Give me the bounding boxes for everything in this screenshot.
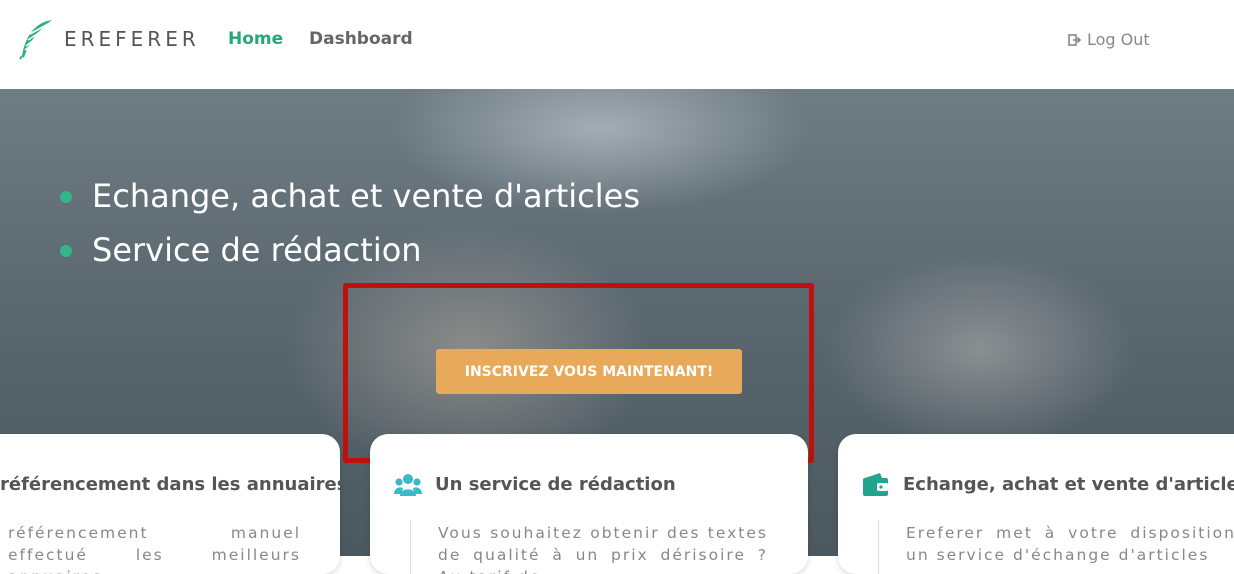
card-text: Ereferer met à votre disposition un serv… bbox=[906, 524, 1234, 564]
sign-out-icon bbox=[1068, 33, 1082, 46]
card-title: Un service de rédaction bbox=[435, 474, 676, 495]
hero-feature-list: Echange, achat et vente d'articles Servi… bbox=[58, 169, 640, 277]
brand-name: EREFERER bbox=[64, 27, 200, 51]
feature-card-writing-service: Un service de rédaction Vous souhaitez o… bbox=[370, 434, 808, 574]
users-icon bbox=[394, 474, 422, 496]
card-title: Echange, achat et vente d'articles bbox=[903, 474, 1234, 495]
logout-label: Log Out bbox=[1087, 30, 1150, 49]
feather-logo-icon bbox=[19, 20, 52, 60]
signup-now-button[interactable]: INSCRIVEZ VOUS MAINTENANT! bbox=[436, 349, 742, 394]
hero-feature-item: Service de rédaction bbox=[58, 223, 640, 277]
card-text: référencement manuel effectué les meille… bbox=[8, 524, 301, 574]
card-divider bbox=[878, 520, 879, 574]
brand-logo[interactable]: EREFERER bbox=[18, 18, 200, 60]
feature-card-article-exchange: Echange, achat et vente d'articles Erefe… bbox=[838, 434, 1234, 574]
logout-link[interactable]: Log Out bbox=[1068, 30, 1150, 49]
feature-card-directories: référencement dans les annuaires référen… bbox=[0, 434, 340, 574]
nav-link-dashboard[interactable]: Dashboard bbox=[309, 29, 413, 49]
nav-link-home[interactable]: Home bbox=[228, 29, 283, 49]
hero-feature-item: Echange, achat et vente d'articles bbox=[58, 169, 640, 223]
card-title: référencement dans les annuaires bbox=[0, 474, 340, 495]
top-navbar: EREFERER Home Dashboard Log Out bbox=[0, 0, 1234, 89]
wallet-icon bbox=[863, 473, 888, 496]
card-divider bbox=[410, 520, 411, 574]
card-text: Vous souhaitez obtenir des textes de qua… bbox=[438, 524, 768, 574]
